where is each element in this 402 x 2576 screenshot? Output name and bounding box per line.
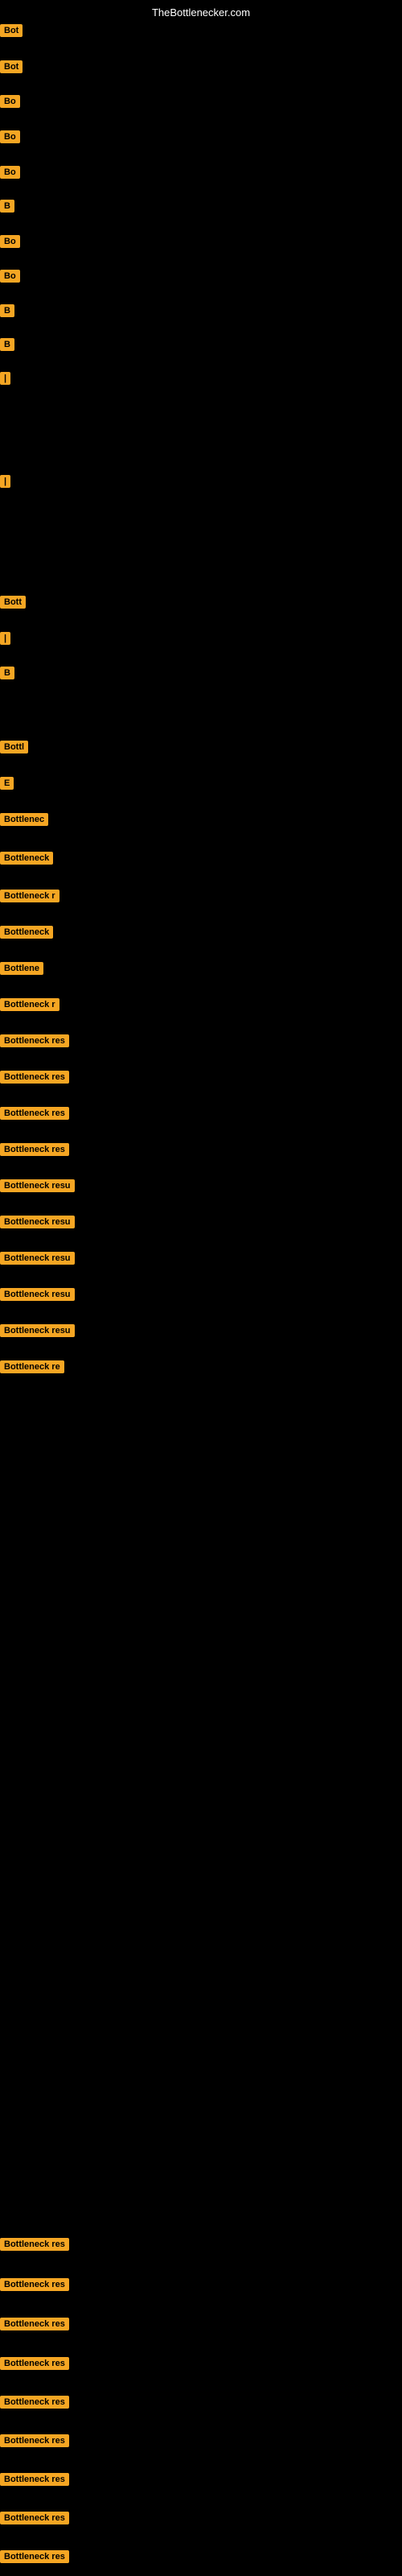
badge-b28: Bottleneck resu (0, 1179, 75, 1192)
badge-b15: B (0, 667, 14, 679)
badge-b35: Bottleneck res (0, 2278, 69, 2291)
badge-b32: Bottleneck resu (0, 1324, 75, 1337)
badge-b4: Bo (0, 130, 20, 143)
badge-b13: Bott (0, 596, 26, 609)
site-title: TheBottlenecker.com (152, 6, 250, 19)
badge-b33: Bottleneck re (0, 1360, 64, 1373)
badge-b23: Bottleneck r (0, 998, 59, 1011)
badge-b14: | (0, 632, 10, 645)
badge-b19: Bottleneck (0, 852, 53, 865)
badge-b26: Bottleneck res (0, 1107, 69, 1120)
badge-b20: Bottleneck r (0, 890, 59, 902)
badge-b8: Bo (0, 270, 20, 283)
badge-b40: Bottleneck res (0, 2473, 69, 2486)
badge-b9: B (0, 304, 14, 317)
badge-b30: Bottleneck resu (0, 1252, 75, 1265)
badge-b11: | (0, 372, 10, 385)
badge-b21: Bottleneck (0, 926, 53, 939)
badge-b24: Bottleneck res (0, 1034, 69, 1047)
badge-b2: Bot (0, 60, 23, 73)
badge-b22: Bottlene (0, 962, 43, 975)
badge-b1: Bot (0, 24, 23, 37)
badge-b34: Bottleneck res (0, 2238, 69, 2251)
badge-b38: Bottleneck res (0, 2396, 69, 2409)
badge-b36: Bottleneck res (0, 2318, 69, 2330)
badge-b7: Bo (0, 235, 20, 248)
badge-b3: Bo (0, 95, 20, 108)
badge-b25: Bottleneck res (0, 1071, 69, 1084)
badge-b5: Bo (0, 166, 20, 179)
badge-b16: Bottl (0, 741, 28, 753)
badge-b31: Bottleneck resu (0, 1288, 75, 1301)
badge-b41: Bottleneck res (0, 2512, 69, 2524)
badge-b37: Bottleneck res (0, 2357, 69, 2370)
badge-b39: Bottleneck res (0, 2434, 69, 2447)
badge-b6: B (0, 200, 14, 213)
badge-b17: E (0, 777, 14, 790)
badge-b42: Bottleneck res (0, 2550, 69, 2563)
badge-b18: Bottlenec (0, 813, 48, 826)
badge-b12: | (0, 475, 10, 488)
badge-b10: B (0, 338, 14, 351)
badge-b29: Bottleneck resu (0, 1216, 75, 1228)
badge-b27: Bottleneck res (0, 1143, 69, 1156)
